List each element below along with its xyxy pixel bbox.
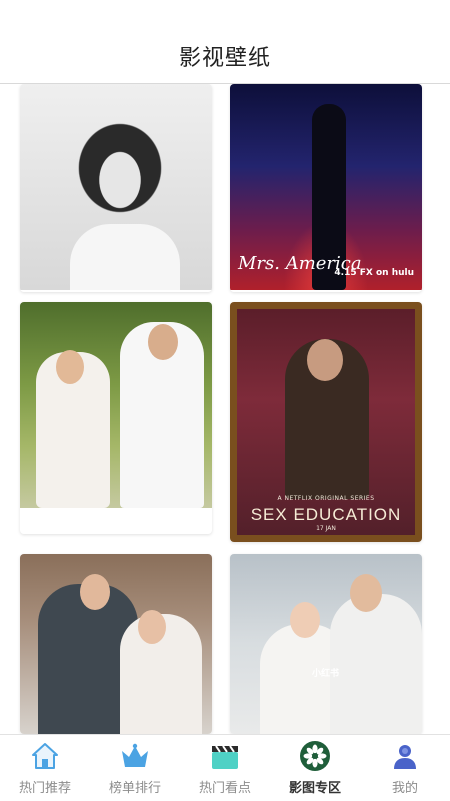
wallpaper-image: A NETFLIX ORIGINAL SERIES SEX EDUCATION … [230,302,422,542]
tab-label: 我的 [391,781,418,796]
poster-date: 4.15 FX on hulu [334,268,414,278]
wallpaper-image: Mrs. America 4.15 FX on hulu [230,84,422,290]
wallpaper-card[interactable] [20,554,212,734]
tab-photo-zone[interactable]: 影图专区 [270,735,360,801]
flower-icon [300,741,330,771]
poster-title: SEX EDUCATION [250,505,402,524]
tab-label: 热门推荐 [18,781,71,796]
tab-hot-recommend[interactable]: 热门推荐 [0,735,90,801]
poster-subtitle: A NETFLIX ORIGINAL SERIES [277,495,375,502]
tab-label: 影图专区 [288,781,341,796]
house-icon [32,743,58,769]
wallpaper-image [20,554,212,734]
tab-mine[interactable]: 我的 [360,735,450,801]
app-header: 影视壁纸 [0,0,450,84]
wallpaper-image [20,84,212,290]
tab-label: 榜单排行 [108,781,161,796]
wallpaper-card[interactable] [20,302,212,534]
wallpaper-card[interactable]: 小红书 [230,554,422,734]
wallpaper-card[interactable]: A NETFLIX ORIGINAL SERIES SEX EDUCATION … [230,302,422,542]
wallpaper-card[interactable] [20,84,212,292]
wallpaper-image [20,302,212,508]
tab-label: 热门看点 [198,781,251,796]
user-icon [394,745,416,769]
crown-icon [122,743,148,767]
wallpaper-image: 小红书 [230,554,422,734]
wallpaper-card[interactable]: Mrs. America 4.15 FX on hulu [230,84,422,292]
bottom-tab-bar: 热门推荐 榜单排行 热门看点 影图专区 我的 [0,734,450,800]
page-title: 影视壁纸 [178,46,271,71]
poster-date: 17 JAN [316,525,336,532]
wallpaper-grid[interactable]: Mrs. America 4.15 FX on hulu A NETFLIX O… [0,84,450,734]
tab-hot-highlights[interactable]: 热门看点 [180,735,270,801]
watermark: 小红书 [312,669,340,679]
tab-ranking[interactable]: 榜单排行 [90,735,180,801]
clapperboard-icon [212,745,238,769]
